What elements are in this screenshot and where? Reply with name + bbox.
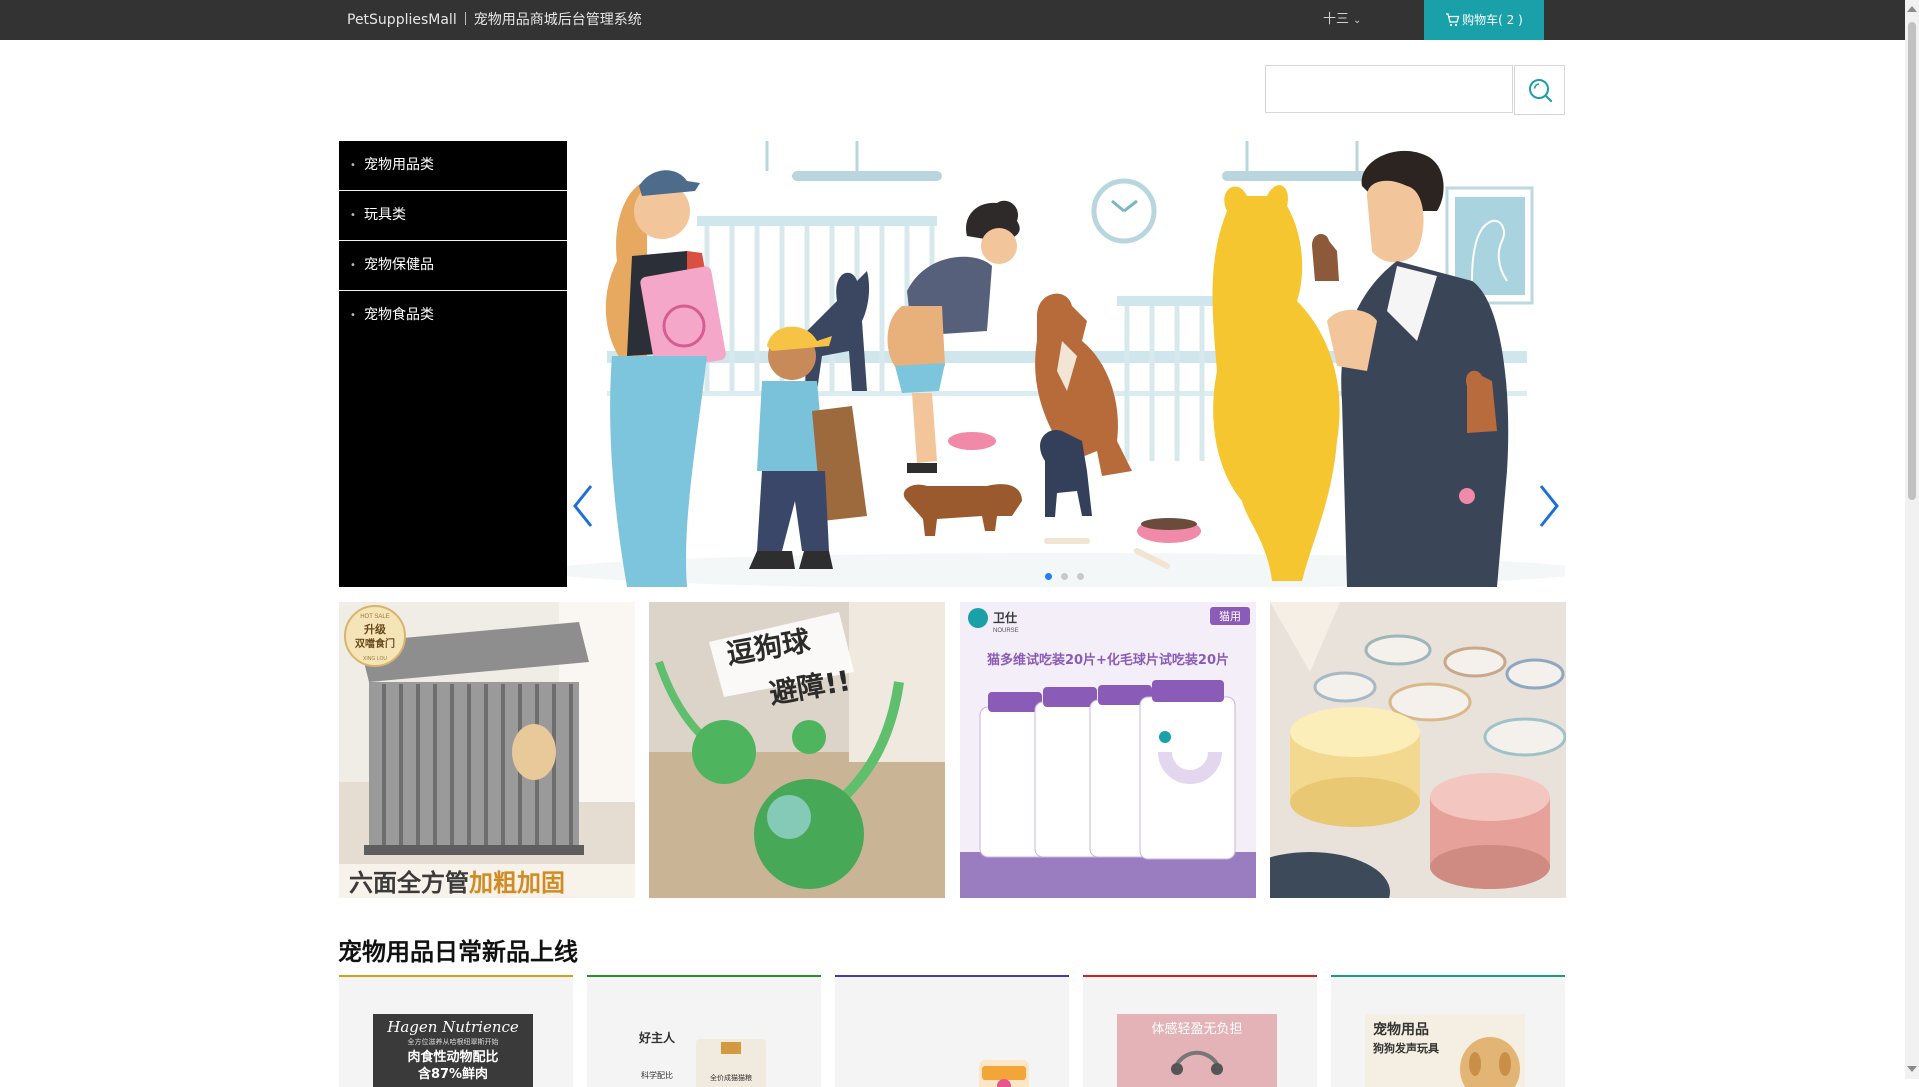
promo-tile-cage[interactable]: HOT SALE 升级 双噹食门 XING LOU 六面全方管加粗加固 — [339, 602, 635, 898]
section-title: 宠物用品日常新品上线 — [338, 938, 578, 966]
product-card[interactable]: Hagen Nutrience 全方位滋养从哈根纽翠斯开始 肉食性动物配比 含8… — [339, 975, 573, 1087]
product-card[interactable] — [835, 975, 1069, 1087]
product-image — [869, 1014, 1029, 1087]
product-image-sub: 狗狗发声玩具 — [1373, 1041, 1439, 1055]
product-image-title: 体感轻盈无负担 — [1151, 1021, 1242, 1037]
product-image-title: 好主人 — [638, 1030, 676, 1045]
promo-tile-bowls[interactable] — [1270, 602, 1566, 898]
category-label: 宠物保健品 — [364, 257, 434, 273]
cart-button[interactable]: 购物车( 2 ) — [1424, 0, 1544, 40]
system-title: 宠物用品商城后台管理系统 — [473, 12, 642, 28]
scroll-up-icon[interactable] — [1907, 6, 1917, 12]
product-image: 体感轻盈无负担 — [1117, 1014, 1277, 1087]
scrollbar-thumb[interactable] — [1908, 22, 1916, 500]
badge-main-text: 升级 — [364, 622, 387, 636]
bullet-icon: • — [350, 160, 356, 171]
search-icon — [1528, 79, 1552, 103]
bowls-product-image — [1270, 602, 1566, 898]
hero-carousel[interactable] — [567, 141, 1565, 587]
product-image-line2: 含87%鲜肉 — [417, 1066, 488, 1082]
product-image: 宠物用品 狗狗发声玩具 — [1365, 1014, 1525, 1087]
product-image: 好主人 科学配比 全价成猫猫粮 — [621, 1014, 781, 1087]
carousel-prev-icon[interactable] — [569, 481, 599, 531]
promo-tag: 猫用 — [1219, 610, 1241, 623]
product-card[interactable]: 体感轻盈无负担 — [1083, 975, 1317, 1087]
user-name: 十三 — [1323, 12, 1350, 27]
product-image-sub: 全方位滋养从哈根纽翠斯开始 — [408, 1037, 499, 1046]
product-image: Hagen Nutrience 全方位滋养从哈根纽翠斯开始 肉食性动物配比 含8… — [373, 1014, 533, 1087]
carousel-next-icon[interactable] — [1533, 481, 1563, 531]
promo-caption-b: 加粗加固 — [469, 869, 565, 897]
top-bar: PetSuppliesMall 宠物用品商城后台管理系统 十三 ⌄ 购物车( 2 ) — [0, 0, 1905, 40]
product-card[interactable]: 好主人 科学配比 全价成猫猫粮 — [587, 975, 821, 1087]
brand-name: PetSuppliesMall — [347, 12, 457, 28]
product-image-line1: 肉食性动物配比 — [407, 1049, 498, 1065]
product-image-title: Hagen Nutrience — [386, 1018, 519, 1036]
badge-top-text: HOT SALE — [360, 614, 390, 620]
toy-ball-product-image: 逗狗球 避障!! — [649, 602, 945, 898]
product-image-line1: 全价成猫猫粮 — [710, 1073, 752, 1082]
promo-tile-toy-ball[interactable]: 逗狗球 避障!! — [649, 602, 945, 898]
carousel-dot[interactable] — [1077, 573, 1084, 580]
cart-icon — [1446, 13, 1460, 27]
bullet-icon: • — [350, 310, 356, 321]
scroll-down-icon[interactable] — [1907, 1066, 1917, 1072]
badge-bottom-text: XING LOU — [363, 656, 387, 662]
svg-text:六面全方管加粗加固: 六面全方管加粗加固 — [349, 869, 565, 897]
supplements-product-image: 卫仕 NOURSE 猫用 猫多维试吃装20片+化毛球片试吃装20片 — [960, 602, 1256, 898]
carousel-dot[interactable] — [1061, 573, 1068, 580]
category-item-food[interactable]: • 宠物食品类 — [339, 291, 567, 340]
brand[interactable]: PetSuppliesMall 宠物用品商城后台管理系统 — [347, 0, 642, 40]
category-item-toys[interactable]: • 玩具类 — [339, 191, 567, 241]
bullet-icon: • — [350, 260, 356, 271]
promo-caption-a: 六面全方管 — [349, 869, 469, 897]
promo-brand: 卫仕 — [993, 610, 1017, 625]
search-input[interactable] — [1265, 65, 1513, 113]
promo-brand-en: NOURSE — [993, 628, 1019, 634]
cart-label: 购物车( 2 ) — [1462, 13, 1523, 27]
category-item-health[interactable]: • 宠物保健品 — [339, 241, 567, 291]
promo-tile-supplements[interactable]: 卫仕 NOURSE 猫用 猫多维试吃装20片+化毛球片试吃装20片 — [960, 602, 1256, 898]
product-image-title: 宠物用品 — [1373, 1021, 1429, 1038]
category-sidebar: • 宠物用品类 • 玩具类 • 宠物保健品 • 宠物食品类 — [339, 141, 567, 587]
brand-divider — [464, 12, 466, 25]
bullet-icon: • — [350, 210, 356, 221]
carousel-dot[interactable] — [1045, 573, 1052, 580]
category-label: 宠物食品类 — [364, 307, 434, 323]
cage-product-image: HOT SALE 升级 双噹食门 XING LOU 六面全方管加粗加固 — [339, 602, 635, 898]
carousel-indicators — [1045, 565, 1093, 584]
category-label: 玩具类 — [364, 207, 406, 223]
category-label: 宠物用品类 — [364, 157, 434, 173]
search-button[interactable] — [1514, 65, 1565, 115]
category-item-pet-supplies[interactable]: • 宠物用品类 — [339, 141, 567, 191]
promo-headline: 猫多维试吃装20片+化毛球片试吃装20片 — [987, 652, 1229, 668]
chevron-down-icon: ⌄ — [1353, 15, 1362, 26]
product-card[interactable]: 宠物用品 狗狗发声玩具 — [1331, 975, 1565, 1087]
badge-sub-text: 双噹食门 — [355, 637, 395, 650]
user-menu[interactable]: 十三 ⌄ — [1323, 0, 1361, 40]
hero-illustration — [567, 141, 1565, 587]
